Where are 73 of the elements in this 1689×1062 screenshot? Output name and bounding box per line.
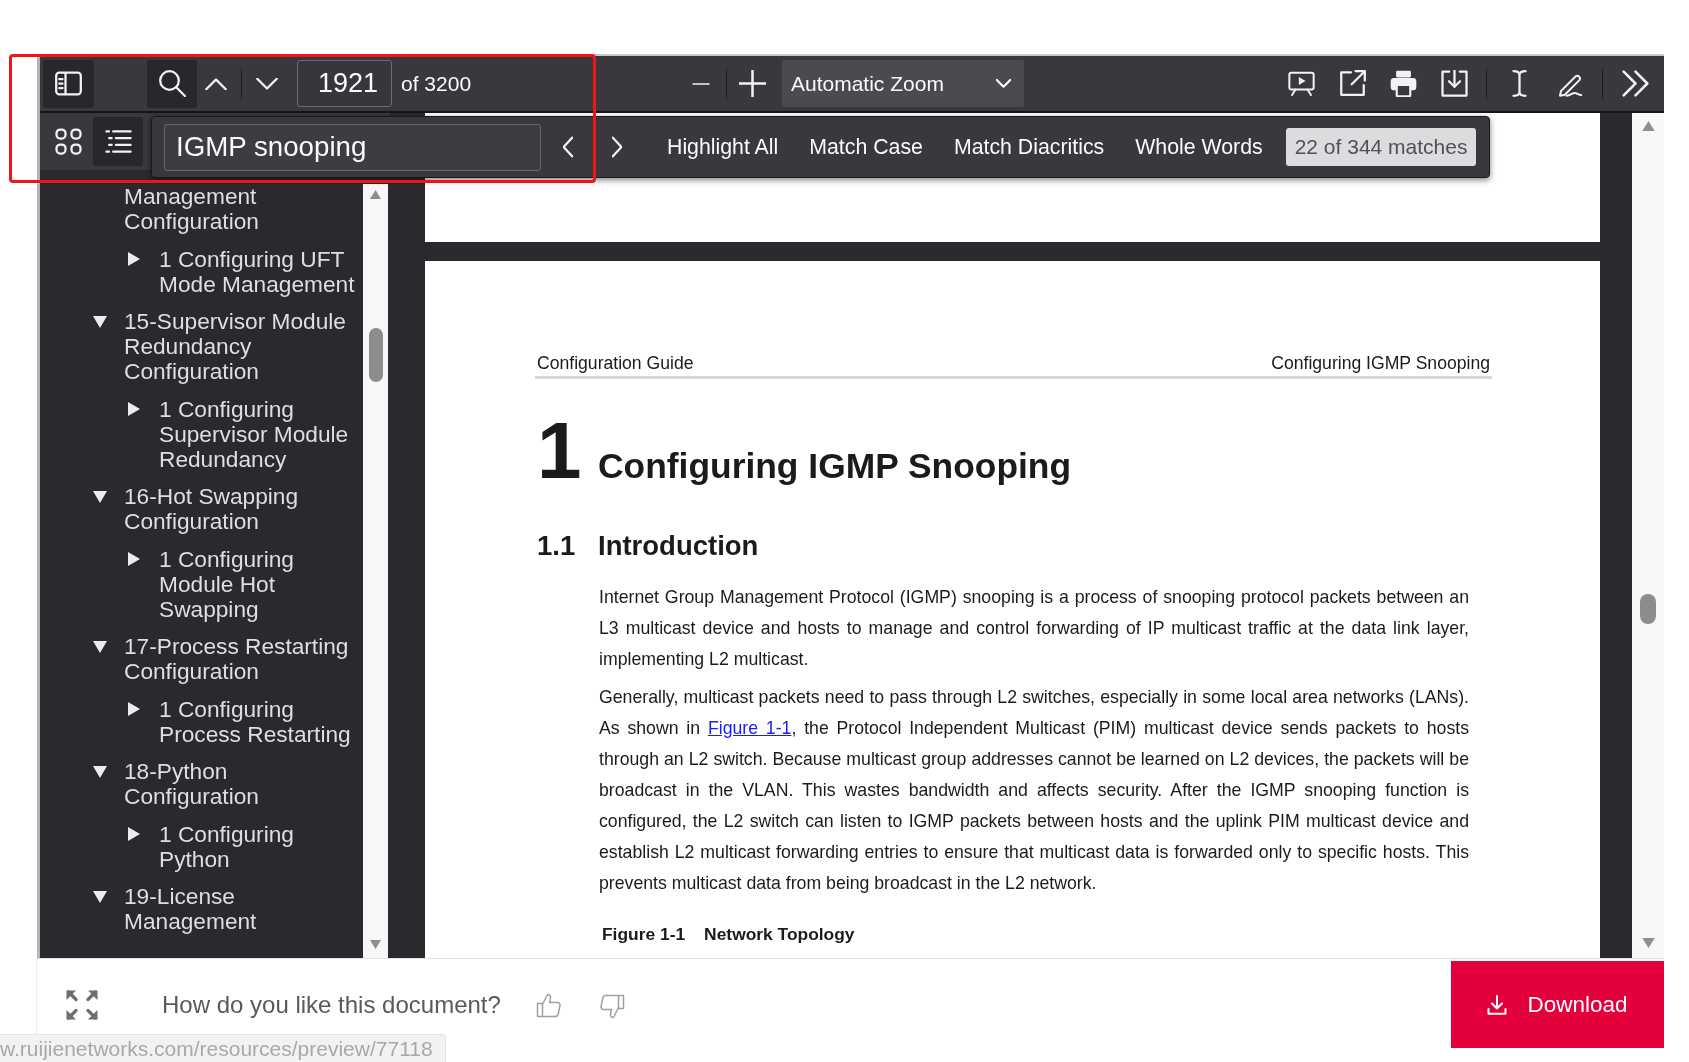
scrollbar-thumb[interactable] — [368, 328, 383, 382]
outline-item[interactable]: 1 Configuring Process Restarting — [159, 696, 363, 747]
outline-item[interactable]: 1 Configuring UFT Mode Management — [159, 246, 363, 297]
page-number-field[interactable]: 1921 — [297, 60, 392, 107]
outline-item[interactable]: 16-Hot Swapping Configuration — [124, 484, 363, 534]
download-icon — [1487, 994, 1508, 1015]
caret-right-icon[interactable] — [128, 551, 140, 566]
running-header: Configuring IGMP Snooping — [1271, 353, 1490, 373]
feedback-question: How do you like this document? — [162, 990, 501, 1019]
outline-item[interactable]: Management Configuration — [124, 184, 363, 234]
caret-down-icon[interactable] — [93, 641, 107, 653]
outline-item[interactable]: 1 Configuring Python — [159, 821, 363, 872]
outline-item[interactable]: 1 Configuring Module Hot Swapping — [159, 546, 363, 622]
scrollbar-thumb[interactable] — [1640, 594, 1656, 624]
caret-down-icon[interactable] — [93, 491, 107, 503]
search-field[interactable]: IGMP snooping — [164, 123, 541, 171]
download-button[interactable]: Download — [1451, 961, 1664, 1048]
outline-item[interactable]: 18-Python Configuration — [124, 759, 363, 809]
outline-item[interactable]: 15-Supervisor Module Redundancy Configuration — [124, 309, 363, 384]
section-title: Introduction — [598, 530, 759, 562]
scroll-up-icon[interactable] — [370, 190, 381, 199]
figure-number: Figure 1-1 — [602, 923, 686, 946]
find-option-button[interactable]: Match Case — [797, 126, 935, 168]
chevron-right-icon — [612, 136, 622, 158]
external-link-icon — [1338, 70, 1366, 97]
page-count-label: of 3200 — [401, 71, 472, 96]
chevron-down-icon — [256, 77, 278, 90]
find-option-button[interactable]: Highlight All — [655, 126, 791, 168]
double-chevron-icon — [1621, 70, 1649, 97]
scroll-up-icon[interactable] — [1641, 121, 1655, 131]
match-count: 22 of 344 matches — [1285, 128, 1477, 166]
find-option-button[interactable]: Whole Words — [1123, 126, 1275, 168]
status-url: w.ruijienetworks.com/resources/preview/77118 — [0, 1034, 446, 1062]
list-icon — [104, 128, 132, 155]
figure-link[interactable]: Figure 1-1 — [707, 718, 792, 738]
minus-icon — [690, 82, 712, 85]
chapter-title: Configuring IGMP Snooping — [598, 446, 1072, 486]
outline-item[interactable]: 1 Configuring Supervisor Module Redundancy — [159, 396, 363, 472]
plus-icon — [738, 70, 766, 97]
grid-icon — [54, 128, 82, 155]
zoom-select[interactable]: Automatic Zoom — [782, 60, 1024, 107]
sidebar-icon — [55, 70, 82, 97]
scroll-down-icon[interactable] — [370, 940, 381, 949]
outline-item[interactable]: 17-Process Restarting Configuration — [124, 634, 363, 684]
chevron-down-icon — [996, 79, 1011, 88]
caret-down-icon[interactable] — [93, 891, 107, 903]
fullscreen-icon[interactable] — [65, 988, 99, 1021]
figure-title: Network Topology — [704, 923, 855, 946]
caret-down-icon[interactable] — [93, 766, 107, 778]
scroll-down-icon[interactable] — [1641, 938, 1655, 948]
thumbs-down-icon[interactable] — [598, 993, 625, 1020]
outline-view-button[interactable] — [93, 117, 143, 166]
search-button[interactable] — [147, 59, 197, 108]
sidebar-toggle-button[interactable] — [43, 59, 94, 108]
chevron-up-icon — [205, 77, 227, 90]
print-icon — [1389, 70, 1417, 97]
body-paragraph: Internet Group Management Protocol (IGMP) snooping is a process of snooping protocol packets between an L3 multicast device and hosts to manage and control forwarding of IP multicast traffic at the data link layer, implementing L2 multicast. — [599, 586, 1469, 671]
caret-right-icon[interactable] — [128, 701, 140, 716]
running-header: Configuration Guide — [537, 353, 694, 373]
section-number: 1.1 — [537, 530, 577, 562]
thumbs-up-icon[interactable] — [535, 991, 562, 1018]
caret-right-icon[interactable] — [128, 826, 140, 841]
outline-item[interactable]: 19-License Management — [124, 884, 363, 934]
body-paragraph: Generally, multicast packets need to pass through L2 switches, especially in some local area networks (LANs). As shown in Figure 1-1, the Protocol Independent Multicast (PIM) multicast device sends packets to hosts through an L2 switch. Because multicast group addresses cannot be learned on L2 devices, the packets will be broadcast in the VLAN. This wastes bandwidth and affects security. After the IGMP snooping function is configured, the L2 switch can listen to IGMP packets between hosts and the uplink PIM multicast device and establish L2 multicast forwarding entries to ensure that multicast data is forwarded only to specific hosts. This prevents multicast data from being broadcast in the L2 network. — [599, 686, 1469, 895]
chapter-number: 1 — [537, 411, 583, 491]
find-option-button[interactable]: Match Diacritics — [941, 126, 1117, 168]
search-icon — [158, 70, 186, 97]
download-icon — [1440, 70, 1468, 97]
presentation-icon — [1287, 70, 1315, 97]
chevron-left-icon — [563, 136, 573, 158]
caret-down-icon[interactable] — [93, 316, 107, 328]
caret-right-icon[interactable] — [128, 251, 140, 266]
caret-right-icon[interactable] — [128, 401, 140, 416]
